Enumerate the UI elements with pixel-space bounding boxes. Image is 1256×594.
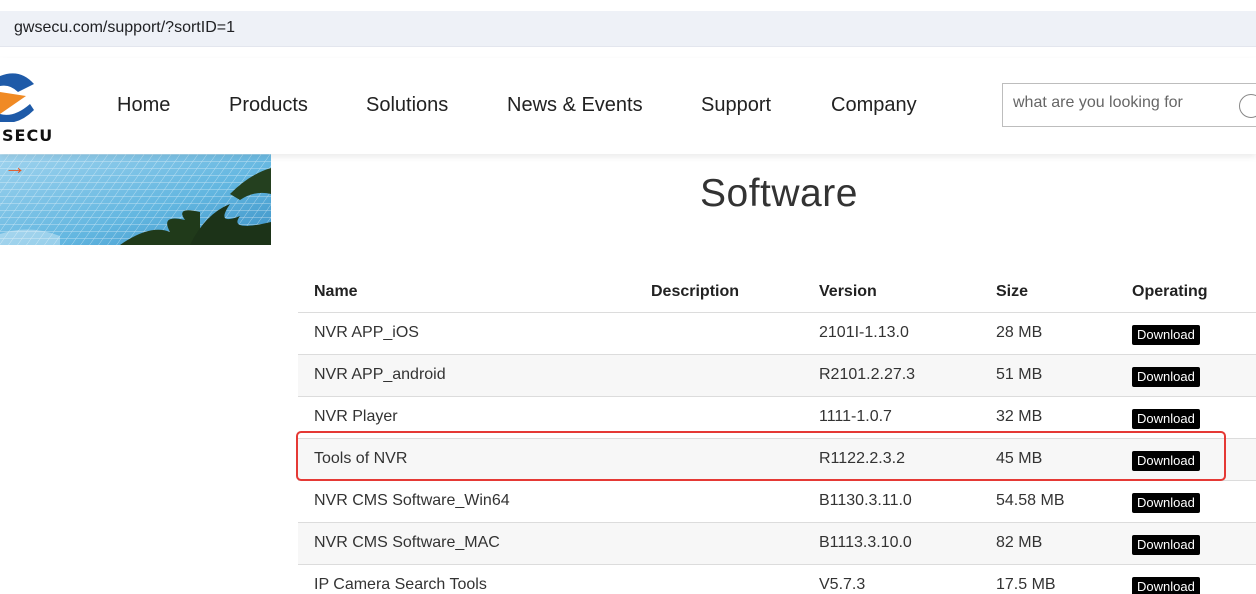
nav-products[interactable]: Products xyxy=(229,94,308,117)
highlight-box xyxy=(296,431,1226,481)
column-header-version: Version xyxy=(819,283,877,300)
column-header-operating: Operating xyxy=(1132,283,1208,300)
search-input[interactable] xyxy=(1013,94,1213,112)
building-palm-image xyxy=(0,154,271,245)
download-button[interactable]: Download xyxy=(1132,325,1200,345)
software-version: B1130.3.11.0 xyxy=(819,492,912,509)
table-row: NVR CMS Software_MAC B1113.3.10.0 82 MB … xyxy=(298,522,1256,564)
site-header: SECU Home Products Solutions News & Even… xyxy=(0,58,1256,154)
search-box xyxy=(1002,83,1256,127)
arrow-right-icon: → xyxy=(4,154,26,179)
download-button[interactable]: Download xyxy=(1132,493,1200,513)
software-version: R2101.2.27.3 xyxy=(819,366,916,383)
column-header-name: Name xyxy=(314,283,358,300)
sidebar-banner-image: → xyxy=(0,154,271,245)
software-name: IP Camera Search Tools xyxy=(314,576,487,593)
software-name: NVR CMS Software_Win64 xyxy=(314,492,510,509)
column-header-description: Description xyxy=(651,283,740,300)
software-version: V5.7.3 xyxy=(819,576,866,593)
nav-company[interactable]: Company xyxy=(831,94,917,117)
software-name: NVR Player xyxy=(314,408,398,425)
table-row: NVR APP_android R2101.2.27.3 51 MB Downl… xyxy=(298,354,1256,396)
software-name: NVR APP_android xyxy=(314,366,446,383)
software-size: 28 MB xyxy=(996,324,1043,341)
download-button[interactable]: Download xyxy=(1132,367,1200,387)
software-size: 17.5 MB xyxy=(996,576,1056,593)
column-header-size: Size xyxy=(996,283,1029,300)
logo-text: SECU xyxy=(2,126,54,145)
table-header: Name Description Version Size Operating xyxy=(298,268,1256,312)
download-button[interactable]: Download xyxy=(1132,409,1200,429)
software-version: B1113.3.10.0 xyxy=(819,534,912,551)
download-button[interactable]: Download xyxy=(1132,577,1200,594)
software-size: 82 MB xyxy=(996,534,1043,551)
browser-url-bar: gwsecu.com/support/?sortID=1 xyxy=(0,0,1256,58)
nav-solutions[interactable]: Solutions xyxy=(366,94,448,117)
address-field[interactable]: gwsecu.com/support/?sortID=1 xyxy=(0,11,1256,47)
download-button[interactable]: Download xyxy=(1132,535,1200,555)
nav-support[interactable]: Support xyxy=(701,94,771,117)
table-row: NVR CMS Software_Win64 B1130.3.11.0 54.5… xyxy=(298,480,1256,522)
software-size: 51 MB xyxy=(996,366,1043,383)
search-icon[interactable] xyxy=(1239,94,1256,118)
table-row: NVR APP_iOS 2101I-1.13.0 28 MB Download xyxy=(298,312,1256,354)
nav-news-events[interactable]: News & Events xyxy=(507,94,643,117)
software-name: NVR APP_iOS xyxy=(314,324,419,341)
logo-mark-icon xyxy=(0,73,34,123)
site-logo[interactable]: SECU xyxy=(0,70,80,146)
url-text[interactable]: gwsecu.com/support/?sortID=1 xyxy=(14,19,235,37)
table-row: IP Camera Search Tools V5.7.3 17.5 MB Do… xyxy=(298,564,1256,594)
software-size: 54.58 MB xyxy=(996,492,1065,509)
page-title: Software xyxy=(700,172,858,215)
software-version: 1111-1.0.7 xyxy=(819,408,892,425)
software-size: 32 MB xyxy=(996,408,1043,425)
software-version: 2101I-1.13.0 xyxy=(819,324,909,341)
software-name: NVR CMS Software_MAC xyxy=(314,534,500,551)
nav-home[interactable]: Home xyxy=(117,94,170,117)
